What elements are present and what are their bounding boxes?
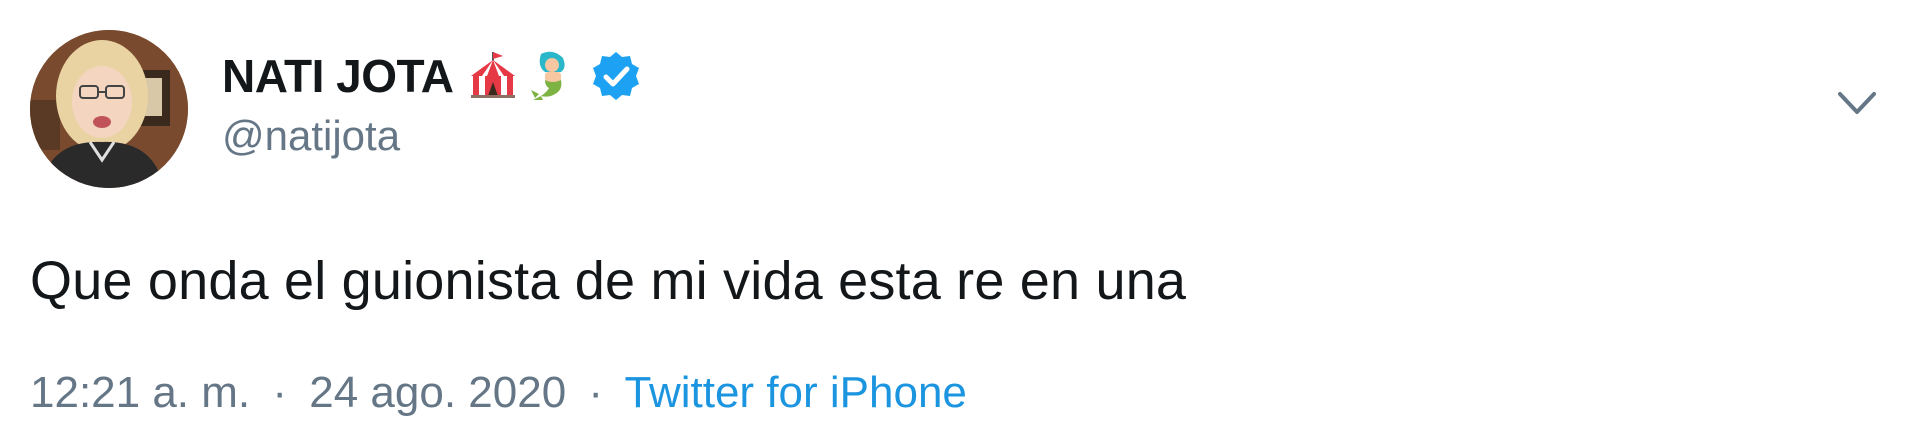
tweet-meta: 12:21 a. m. · 24 ago. 2020 · Twitter for… (30, 368, 967, 418)
meta-separator: · (588, 368, 604, 417)
avatar[interactable] (30, 30, 188, 188)
user-handle[interactable]: @natijota (222, 112, 643, 160)
tweet-card: NATI JOTA @natijota Que onda el guionist… (0, 0, 1920, 439)
author-block: NATI JOTA @natijota (222, 46, 643, 160)
chevron-down-icon[interactable] (1836, 88, 1878, 118)
tweet-date[interactable]: 24 ago. 2020 (309, 368, 566, 417)
tweet-text: Que onda el guionista de mi vida esta re… (30, 251, 1187, 311)
tweet-time[interactable]: 12:21 a. m. (30, 368, 250, 417)
verified-badge-icon (589, 49, 643, 103)
tweet-source-link[interactable]: Twitter for iPhone (625, 368, 967, 417)
meta-separator: · (272, 368, 288, 417)
avatar-image (30, 30, 188, 188)
display-name[interactable]: NATI JOTA (222, 49, 454, 103)
name-row: NATI JOTA (222, 46, 643, 106)
mermaid-icon (527, 50, 579, 102)
circus-tent-icon (467, 50, 519, 102)
